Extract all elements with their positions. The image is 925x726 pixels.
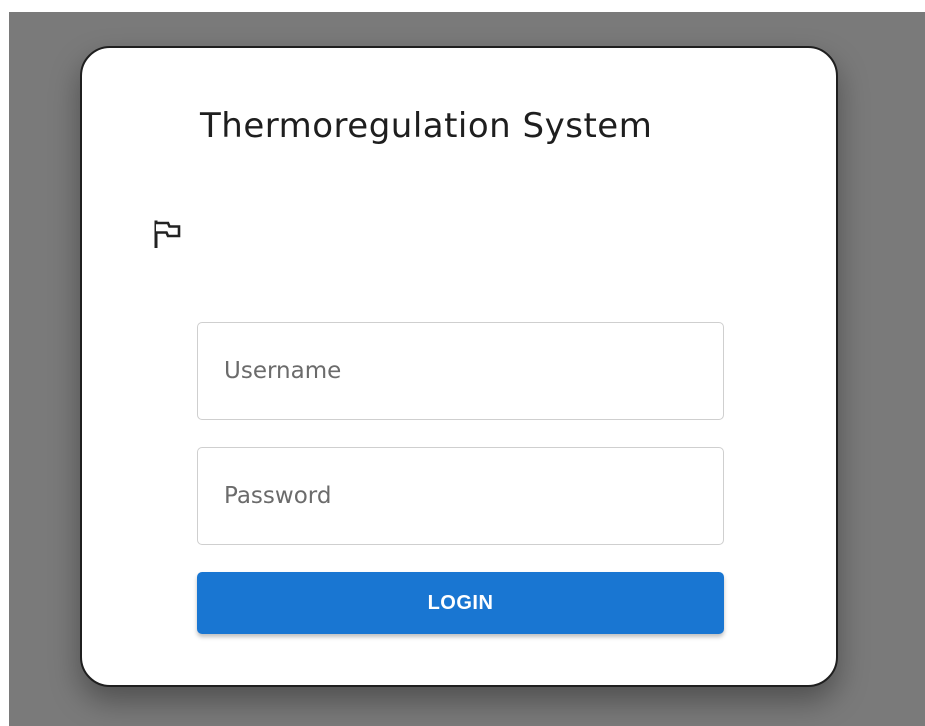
password-field xyxy=(197,447,724,545)
language-flag-button[interactable] xyxy=(150,216,186,252)
username-input[interactable] xyxy=(198,323,723,419)
page-title: Thermoregulation System xyxy=(200,106,653,146)
password-input[interactable] xyxy=(198,448,723,544)
login-card: Thermoregulation System LOGIN xyxy=(80,46,838,687)
username-field xyxy=(197,322,724,420)
login-button[interactable]: LOGIN xyxy=(197,572,724,634)
flag-icon xyxy=(154,220,181,248)
